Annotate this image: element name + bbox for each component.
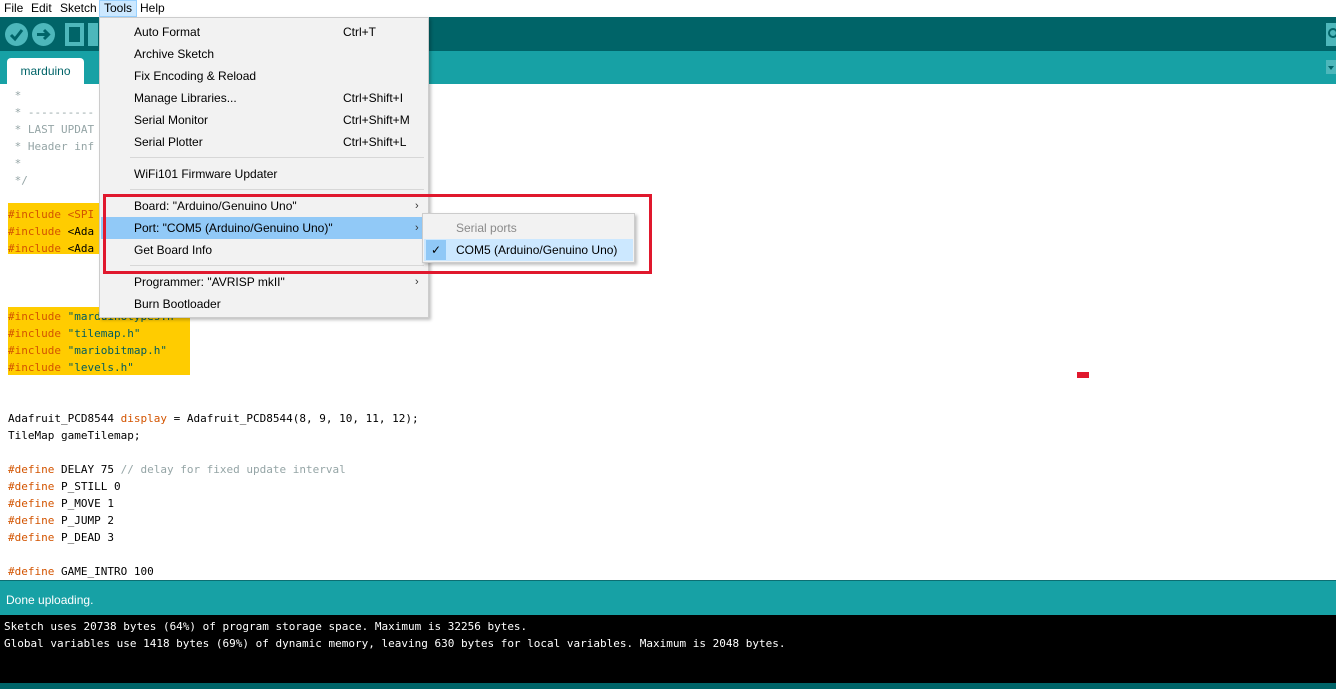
menu-separator: [130, 265, 424, 266]
red-marker: [1077, 372, 1089, 378]
menu-file[interactable]: File: [0, 0, 27, 17]
menu-tools[interactable]: Tools: [99, 0, 138, 17]
tab-marduino[interactable]: marduino: [7, 58, 84, 84]
code-line: #define P_DEAD 3: [8, 531, 114, 544]
code-line: #include "tilemap.h": [8, 327, 141, 340]
menu-item-board-info[interactable]: Get Board Info: [101, 239, 427, 261]
code-line: #include "mariobitmap.h": [8, 344, 167, 357]
code-line: #include <Ada: [8, 242, 95, 255]
menu-help[interactable]: Help: [136, 0, 169, 17]
menu-item-board[interactable]: Board: "Arduino/Genuino Uno" ›: [101, 195, 427, 217]
magnifier-icon: [1328, 28, 1336, 38]
status-message: Done uploading.: [6, 593, 94, 607]
code-line: */: [8, 174, 28, 187]
menu-item-archive-sketch[interactable]: Archive Sketch: [101, 43, 427, 65]
menu-item-serial-monitor[interactable]: Serial Monitor Ctrl+Shift+M: [101, 109, 427, 131]
arrow-right-icon: [37, 28, 51, 41]
menu-sketch[interactable]: Sketch: [56, 0, 101, 17]
verify-button[interactable]: [5, 23, 28, 46]
code-line: * ----------: [8, 106, 95, 119]
menu-item-burn-bootloader[interactable]: Burn Bootloader: [101, 293, 427, 315]
status-bar: Done uploading.: [0, 580, 1336, 616]
menu-item-wifi-updater[interactable]: WiFi101 Firmware Updater: [101, 163, 427, 185]
code-line: #define P_JUMP 2: [8, 514, 114, 527]
menu-item-auto-format[interactable]: Auto Format Ctrl+T: [101, 21, 427, 43]
submenu-header-serial-ports: Serial ports: [456, 221, 517, 235]
new-document-icon: [69, 27, 80, 42]
code-line: TileMap gameTilemap;: [8, 429, 141, 442]
code-line: #define P_STILL 0: [8, 480, 121, 493]
code-line: Adafruit_PCD8544 display = Adafruit_PCD8…: [8, 412, 419, 425]
serial-monitor-button[interactable]: [1326, 23, 1336, 46]
menu-item-fix-encoding[interactable]: Fix Encoding & Reload: [101, 65, 427, 87]
console-output[interactable]: Sketch uses 20738 bytes (64%) of program…: [0, 615, 1336, 683]
upload-button[interactable]: [32, 23, 55, 46]
code-line: #include "levels.h": [8, 361, 134, 374]
console-line: Global variables use 1418 bytes (69%) of…: [4, 637, 786, 650]
chevron-right-icon: ›: [415, 276, 419, 288]
tools-dropdown-menu: Auto Format Ctrl+T Archive Sketch Fix Enc…: [99, 17, 429, 318]
port-submenu: Serial ports ✓ COM5 (Arduino/Genuino Uno…: [422, 213, 635, 263]
chevron-right-icon: ›: [415, 222, 419, 234]
code-line: * LAST UPDAT: [8, 123, 95, 136]
menu-item-manage-libraries[interactable]: Manage Libraries... Ctrl+Shift+I: [101, 87, 427, 109]
check-icon: ✓: [426, 240, 446, 260]
code-line: #define P_MOVE 1: [8, 497, 114, 510]
bottom-bar: [0, 683, 1336, 689]
menu-item-port[interactable]: Port: "COM5 (Arduino/Genuino Uno)" ›: [101, 217, 427, 239]
check-icon: [9, 29, 24, 42]
code-line: #define DELAY 75 // delay for fixed upda…: [8, 463, 346, 476]
tab-menu-button[interactable]: [1326, 60, 1336, 74]
code-line: #define GAME_INTRO 100: [8, 565, 154, 578]
menu-item-programmer[interactable]: Programmer: "AVRISP mkII" ›: [101, 271, 427, 293]
code-line: #include <SPI: [8, 208, 95, 221]
submenu-item-com5[interactable]: ✓ COM5 (Arduino/Genuino Uno): [424, 239, 633, 261]
chevron-right-icon: ›: [415, 200, 419, 212]
code-line: *: [8, 157, 22, 170]
chevron-down-icon: [1328, 66, 1334, 70]
code-line: #include <Ada: [8, 225, 95, 238]
open-button[interactable]: [88, 23, 98, 46]
menu-edit[interactable]: Edit: [27, 0, 56, 17]
new-button[interactable]: [65, 23, 84, 46]
code-line: *: [8, 89, 22, 102]
menu-separator: [130, 157, 424, 158]
menu-bar: File Edit Sketch Tools Help: [0, 0, 1336, 17]
code-line: * Header inf: [8, 140, 95, 153]
console-line: Sketch uses 20738 bytes (64%) of program…: [4, 620, 528, 633]
menu-separator: [130, 189, 424, 190]
menu-item-serial-plotter[interactable]: Serial Plotter Ctrl+Shift+L: [101, 131, 427, 153]
